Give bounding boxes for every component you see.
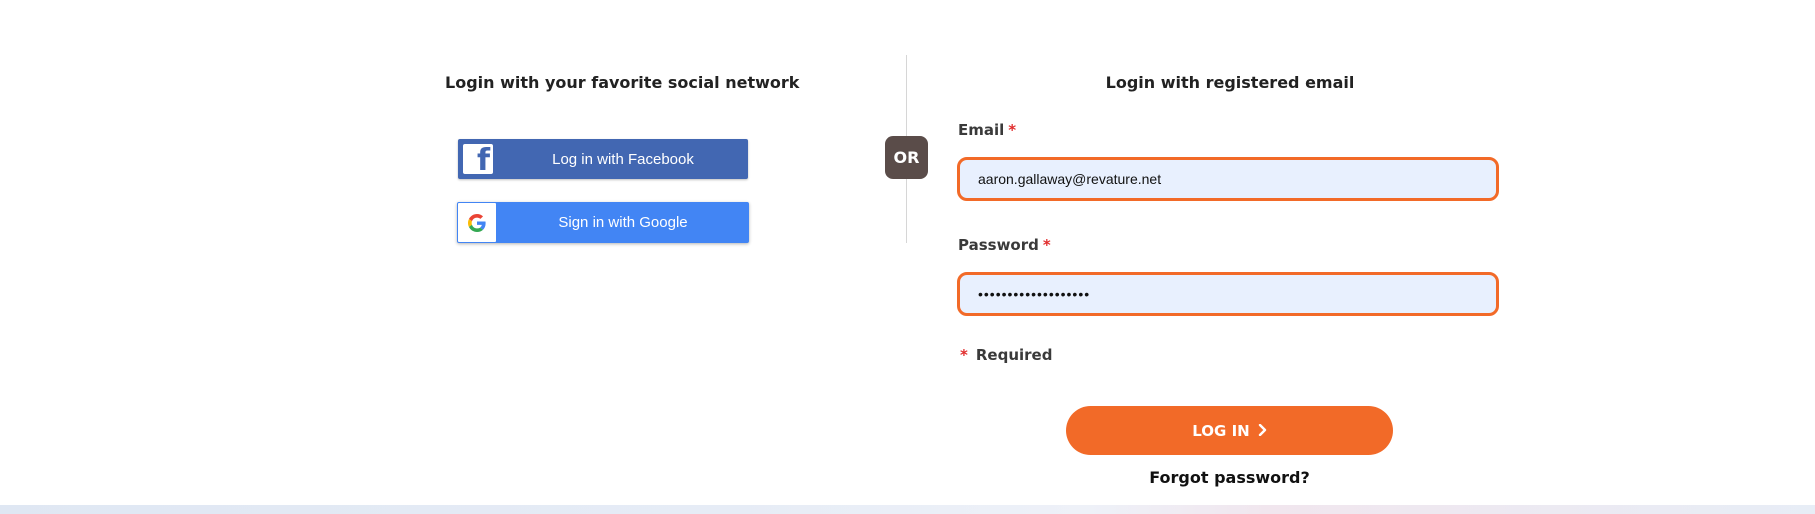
required-star: *	[960, 346, 968, 364]
google-signin-label: Sign in with Google	[558, 214, 688, 231]
password-label-text: Password	[958, 236, 1039, 254]
email-field[interactable]	[957, 157, 1499, 201]
google-icon	[458, 203, 496, 242]
google-signin-button[interactable]: Sign in with Google	[457, 202, 749, 243]
required-star: *	[1008, 121, 1017, 139]
email-label-text: Email	[958, 121, 1005, 139]
chevron-right-icon	[1258, 421, 1267, 440]
facebook-login-label: Log in with Facebook	[552, 150, 694, 168]
required-note-text: Required	[975, 346, 1053, 364]
required-note: * Required	[960, 346, 1052, 364]
login-button[interactable]: LOG IN	[1066, 406, 1393, 455]
facebook-icon: f	[463, 144, 493, 174]
password-field[interactable]	[957, 272, 1499, 316]
or-badge: OR	[885, 136, 928, 179]
email-login-title: Login with registered email	[1105, 73, 1355, 92]
email-label: Email *	[958, 121, 1016, 139]
facebook-login-button[interactable]: f Log in with Facebook	[458, 139, 748, 179]
login-button-label: LOG IN	[1192, 421, 1250, 440]
required-star: *	[1042, 236, 1051, 254]
social-login-title: Login with your favorite social network	[445, 73, 800, 92]
password-label: Password *	[958, 236, 1051, 254]
forgot-password-link[interactable]: Forgot password?	[1098, 468, 1361, 487]
bottom-background-strip	[0, 505, 1815, 514]
